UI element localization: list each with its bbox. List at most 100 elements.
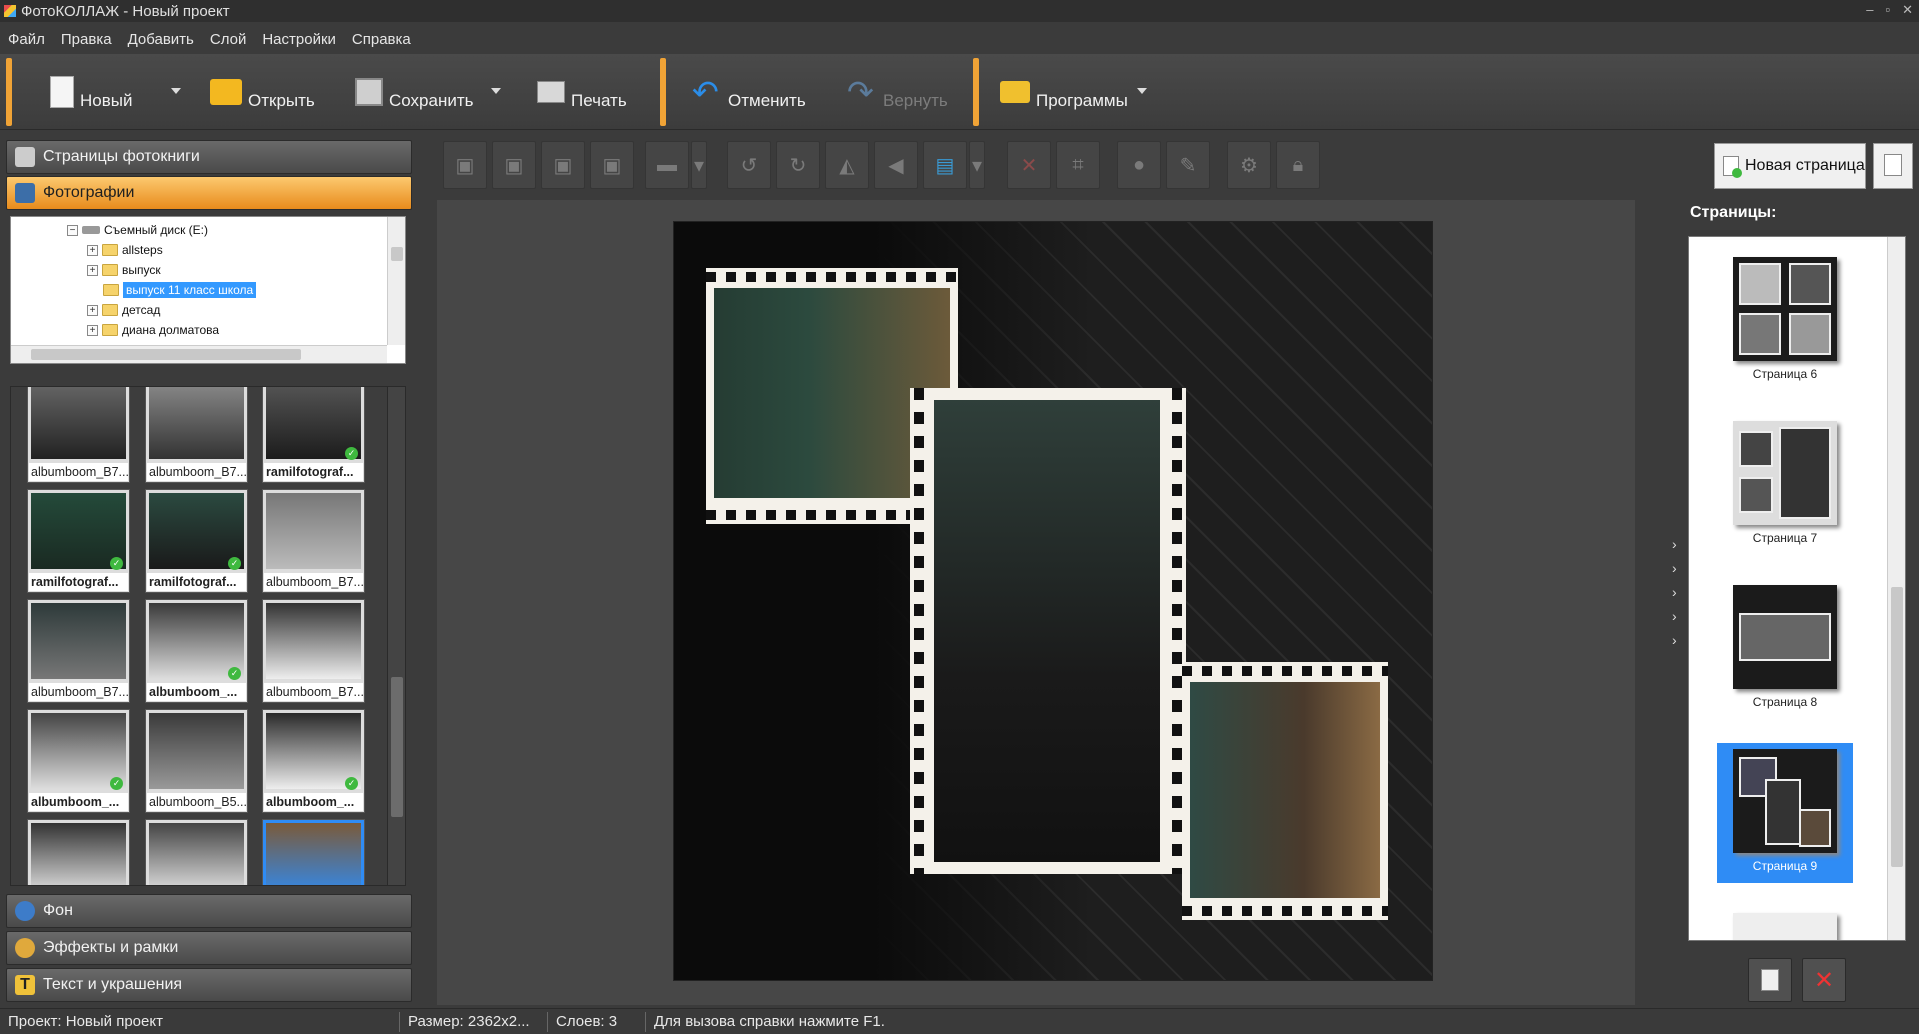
- tree-scrollbar[interactable]: [387, 217, 405, 345]
- photo-thumb[interactable]: albumboom_B7...: [262, 599, 365, 703]
- tree-item-folder-selected[interactable]: выпуск 11 класс школа: [103, 281, 257, 299]
- align-icon[interactable]: ▬: [645, 141, 689, 189]
- used-check-icon: ✓: [110, 557, 123, 570]
- photo-thumb[interactable]: albumboom_B7...: [262, 489, 365, 593]
- new-dropdown-icon[interactable]: [171, 88, 181, 94]
- photo-thumb[interactable]: ✓ ramilfotograf...: [145, 489, 248, 593]
- flip-vertical-icon[interactable]: ◀: [874, 141, 918, 189]
- page-settings-button[interactable]: [1873, 143, 1913, 189]
- programs-box-icon: [1000, 81, 1030, 103]
- framed-photo[interactable]: [1190, 682, 1380, 898]
- delete-icon: ✕: [1813, 966, 1835, 994]
- palette-icon: [15, 938, 35, 958]
- menu-help[interactable]: Справка: [352, 31, 411, 48]
- background-icon: [15, 901, 35, 921]
- section-effects[interactable]: Эффекты и рамки: [6, 931, 412, 965]
- menu-layer[interactable]: Слой: [210, 31, 246, 48]
- layer-backward-icon[interactable]: ▣: [541, 141, 585, 189]
- folder-tree[interactable]: − Съемный диск (E:) + allsteps + выпуск …: [10, 216, 406, 364]
- effects-icon[interactable]: ●: [1117, 141, 1161, 189]
- print-button[interactable]: Печать: [537, 66, 627, 118]
- photo-thumb[interactable]: ✓ ramilfotograf...: [27, 489, 130, 593]
- toolbar-separator: [973, 58, 979, 126]
- section-photos[interactable]: Фотографии: [6, 176, 412, 210]
- photo-thumb[interactable]: albumboom_B7...: [27, 387, 130, 483]
- align-dropdown-icon[interactable]: ▾: [691, 141, 707, 189]
- menu-file[interactable]: Файл: [8, 31, 45, 48]
- tree-item-folder[interactable]: + выпуск: [87, 261, 161, 279]
- delete-page-button[interactable]: ✕: [1802, 958, 1846, 1002]
- photo-thumb[interactable]: ✓: [145, 819, 248, 885]
- photo-thumb[interactable]: albumboom_B7...: [27, 599, 130, 703]
- menu-edit[interactable]: Правка: [61, 31, 112, 48]
- maximize-icon[interactable]: ▫: [1885, 2, 1890, 18]
- expand-icon[interactable]: +: [87, 244, 98, 256]
- tree-hscrollbar[interactable]: [11, 345, 387, 363]
- page-thumb[interactable]: Страница 6: [1717, 251, 1853, 391]
- menu-settings[interactable]: Настройки: [262, 31, 336, 48]
- page-thumb[interactable]: [1717, 907, 1853, 940]
- lock-icon[interactable]: 🔒︎: [1276, 141, 1320, 189]
- layer-back-icon[interactable]: ▣: [590, 141, 634, 189]
- section-background[interactable]: Фон: [6, 894, 412, 928]
- used-check-icon: ✓: [345, 777, 358, 790]
- photo-thumb-selected[interactable]: ✓: [262, 819, 365, 885]
- magic-wand-icon[interactable]: ✎: [1166, 141, 1210, 189]
- new-button[interactable]: Новый: [50, 66, 132, 118]
- undo-button[interactable]: ↶ Отменить: [692, 66, 806, 118]
- open-button[interactable]: Открыть: [210, 66, 315, 118]
- page-settings-icon: [1884, 154, 1902, 176]
- delete-icon[interactable]: ✕: [1007, 141, 1051, 189]
- photo-thumb[interactable]: ✓ ramilfotograf...: [262, 387, 365, 483]
- flip-horizontal-icon[interactable]: ◭: [825, 141, 869, 189]
- collage-page[interactable]: [673, 221, 1433, 981]
- new-page-button[interactable]: Новая страница: [1714, 143, 1866, 189]
- photo-thumb[interactable]: albumboom_B7...: [145, 387, 248, 483]
- layer-forward-icon[interactable]: ▣: [492, 141, 536, 189]
- page-thumb[interactable]: Страница 7: [1717, 415, 1853, 555]
- rotate-left-icon[interactable]: ↺: [727, 141, 771, 189]
- fit-page-icon[interactable]: ▤: [923, 141, 967, 189]
- tree-item-folder[interactable]: + allsteps: [87, 241, 163, 259]
- text-icon: T: [15, 975, 35, 995]
- close-icon[interactable]: ✕: [1902, 2, 1913, 18]
- photo-thumb[interactable]: ✓ albumboom_...: [145, 599, 248, 703]
- menu-bar: Файл Правка Добавить Слой Настройки Спра…: [0, 26, 1919, 52]
- thumbs-scrollbar[interactable]: [387, 387, 405, 885]
- tree-item-drive[interactable]: − Съемный диск (E:): [67, 221, 208, 239]
- photo-thumb[interactable]: ✓: [27, 819, 130, 885]
- minimize-icon[interactable]: –: [1866, 2, 1873, 18]
- film-strip-bottom: [1182, 906, 1388, 916]
- photo-thumb[interactable]: ✓ albumboom_...: [262, 709, 365, 813]
- page-thumb[interactable]: Страница 8: [1717, 579, 1853, 719]
- page-thumb-selected[interactable]: Страница 9: [1717, 743, 1853, 883]
- framed-photo[interactable]: [934, 400, 1160, 862]
- section-book-pages[interactable]: Страницы фотокниги: [6, 140, 412, 174]
- redo-button[interactable]: ↷ Вернуть: [847, 66, 948, 118]
- photo-frame[interactable]: [910, 388, 1186, 874]
- save-button[interactable]: Сохранить: [355, 66, 473, 118]
- menu-add[interactable]: Добавить: [128, 31, 194, 48]
- rotate-right-icon[interactable]: ↻: [776, 141, 820, 189]
- fit-dropdown-icon[interactable]: ▾: [969, 141, 985, 189]
- programs-button[interactable]: Программы: [1000, 66, 1128, 118]
- photo-thumb[interactable]: ✓ albumboom_...: [27, 709, 130, 813]
- folder-icon: [102, 304, 118, 316]
- photo-frame[interactable]: [1182, 662, 1388, 920]
- gear-icon[interactable]: ⚙: [1227, 141, 1271, 189]
- programs-dropdown-icon[interactable]: [1137, 88, 1147, 94]
- crop-icon[interactable]: ⌗: [1056, 141, 1100, 189]
- layer-front-icon[interactable]: ▣: [443, 141, 487, 189]
- tree-item-folder[interactable]: + детсад: [87, 301, 160, 319]
- expand-icon[interactable]: +: [87, 324, 98, 336]
- section-text[interactable]: T Текст и украшения: [6, 968, 412, 1002]
- pages-scrollbar[interactable]: [1887, 237, 1905, 940]
- photo-thumb[interactable]: albumboom_B5...: [145, 709, 248, 813]
- save-dropdown-icon[interactable]: [491, 88, 501, 94]
- duplicate-page-button[interactable]: [1748, 958, 1792, 1002]
- collapse-icon[interactable]: −: [67, 224, 78, 236]
- tree-item-folder[interactable]: + диана долматова: [87, 321, 219, 339]
- expand-icon[interactable]: +: [87, 264, 98, 276]
- panel-collapse-arrows[interactable]: › › › › ›: [1672, 532, 1677, 652]
- expand-icon[interactable]: +: [87, 304, 98, 316]
